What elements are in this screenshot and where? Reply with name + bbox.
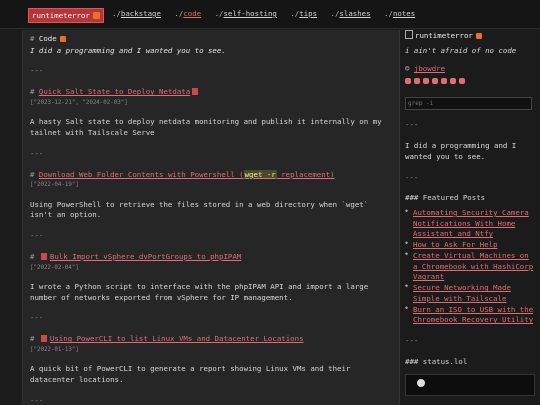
- mail-icon[interactable]: [459, 78, 465, 85]
- divider: ---: [30, 66, 44, 76]
- github-icon[interactable]: [405, 78, 411, 85]
- divider: ---: [405, 120, 419, 130]
- matrix-icon[interactable]: [450, 78, 456, 85]
- avatar-icon: [405, 30, 413, 39]
- post-dates: ["2022-01-13"]: [30, 346, 79, 353]
- featured-list: Automating Security Camera Notifications…: [405, 208, 535, 326]
- social-icons: [405, 77, 535, 87]
- featured-heading: ### Featured Posts: [405, 193, 486, 203]
- sidebar: runtimeterror i ain't afraid of no code …: [405, 30, 535, 405]
- username[interactable]: jbowdre: [414, 64, 445, 73]
- sidebar-about: I did a programming and I wanted you to …: [405, 141, 517, 161]
- page-heading: # Code: [30, 34, 394, 45]
- sidebar-header: runtimeterror: [405, 30, 535, 42]
- list-item: Automating Security Camera Notifications…: [405, 208, 535, 240]
- post-summary: A hasty Salt state to deploy netdata mon…: [30, 117, 382, 138]
- post-dates: ["2022-02-04"]: [30, 264, 79, 271]
- document-icon: [192, 88, 199, 96]
- post-title-link[interactable]: Download Web Folder Contents with Powers…: [39, 169, 335, 179]
- page-tagline: I did a programming and I wanted you to …: [30, 45, 226, 55]
- sidebar-subtitle: i ain't afraid of no code: [405, 45, 517, 55]
- post-item: # Download Web Folder Contents with Powe…: [30, 169, 394, 222]
- post-title-link[interactable]: Using PowerCLI to list Linux VMs and Dat…: [50, 334, 304, 343]
- post-item: # Bulk Import vSphere dvPortGroups to ph…: [30, 252, 394, 304]
- nav-item-slashes: ./slashes: [330, 9, 371, 18]
- divider: ---: [405, 336, 419, 346]
- featured-link[interactable]: Secure Networking Made Simple with Tails…: [413, 283, 511, 303]
- rss-icon[interactable]: [475, 33, 482, 39]
- featured-link[interactable]: Automating Security Camera Notifications…: [413, 208, 529, 238]
- chat-icon[interactable]: [441, 78, 447, 85]
- main-content: # Code I did a programming and I wanted …: [22, 30, 400, 405]
- rss-icon[interactable]: [59, 36, 66, 42]
- nav-links: ./backstage ./code ./self-hosting ./tips…: [112, 9, 424, 20]
- nav-link-backstage[interactable]: backstage: [121, 9, 161, 18]
- post-title-link[interactable]: Bulk Import vSphere dvPortGroups to phpI…: [50, 252, 241, 261]
- featured-link[interactable]: How to Ask For Help: [413, 240, 498, 249]
- nav-item-code: ./code: [174, 9, 202, 18]
- heart-icon[interactable]: [414, 78, 420, 85]
- nav-item-self-hosting: ./self-hosting: [214, 9, 277, 18]
- nav-link-tips[interactable]: tips: [299, 9, 317, 18]
- nav-item-tips: ./tips: [290, 9, 318, 18]
- document-icon: [40, 252, 47, 260]
- divider: ---: [405, 172, 419, 182]
- post-summary: I wrote a Python script to interface wit…: [30, 281, 369, 302]
- divider: ---: [30, 231, 44, 241]
- featured-link[interactable]: Create Virtual Machines on a Chromebook …: [413, 251, 533, 281]
- divider: ---: [30, 395, 44, 405]
- post-item: # Using PowerCLI to list Linux VMs and D…: [30, 334, 394, 386]
- user-link[interactable]: ☺ jbowdre: [405, 64, 535, 75]
- post-summary: A quick bit of PowerCLI to generate a re…: [30, 364, 351, 385]
- search-input[interactable]: [405, 97, 532, 111]
- nav-item-notes: ./notes: [384, 9, 416, 18]
- nav-link-self-hosting[interactable]: self-hosting: [223, 9, 276, 18]
- nav-link-notes[interactable]: notes: [393, 9, 415, 18]
- post-item: # Quick Salt State to Deploy Netdata ["2…: [30, 87, 394, 139]
- list-item: How to Ask For Help: [405, 240, 535, 251]
- brand-label[interactable]: runtimeterror: [32, 11, 90, 20]
- nav-item-backstage: ./backstage: [112, 9, 161, 18]
- featured-link[interactable]: Burn an ISO to USB with the Chromebook R…: [413, 305, 533, 325]
- lock-icon[interactable]: [432, 78, 438, 85]
- mastodon-icon[interactable]: [423, 78, 429, 85]
- divider: ---: [30, 148, 44, 158]
- post-dates: ["2022-04-19"]: [30, 182, 79, 189]
- user-icon: ☺: [405, 64, 414, 74]
- list-item: Burn an ISO to USB with the Chromebook R…: [405, 305, 535, 326]
- site-brand[interactable]: runtimeterror: [28, 8, 104, 23]
- status-widget: [405, 373, 535, 396]
- top-nav: runtimeterror ./backstage ./code ./self-…: [0, 0, 540, 29]
- list-item: Secure Networking Made Simple with Tails…: [405, 283, 535, 304]
- inline-code: wget -r: [243, 169, 277, 179]
- list-item: Create Virtual Machines on a Chromebook …: [405, 251, 535, 283]
- page-title: Code: [38, 34, 57, 43]
- nav-link-code[interactable]: code: [183, 9, 201, 18]
- sidebar-title: runtimeterror: [415, 31, 473, 40]
- nav-link-slashes[interactable]: slashes: [339, 9, 370, 18]
- document-icon: [40, 335, 47, 343]
- post-summary: Using PowerShell to retrieve the files s…: [30, 199, 369, 220]
- post-dates: ["2023-12-21", "2024-02-03"]: [30, 99, 128, 106]
- post-title-link[interactable]: Quick Salt State to Deploy Netdata: [39, 87, 190, 96]
- status-heading: ### status.lol: [405, 356, 468, 366]
- status-emoji-icon: [417, 378, 425, 387]
- divider: ---: [30, 313, 44, 323]
- rss-icon[interactable]: [92, 12, 100, 19]
